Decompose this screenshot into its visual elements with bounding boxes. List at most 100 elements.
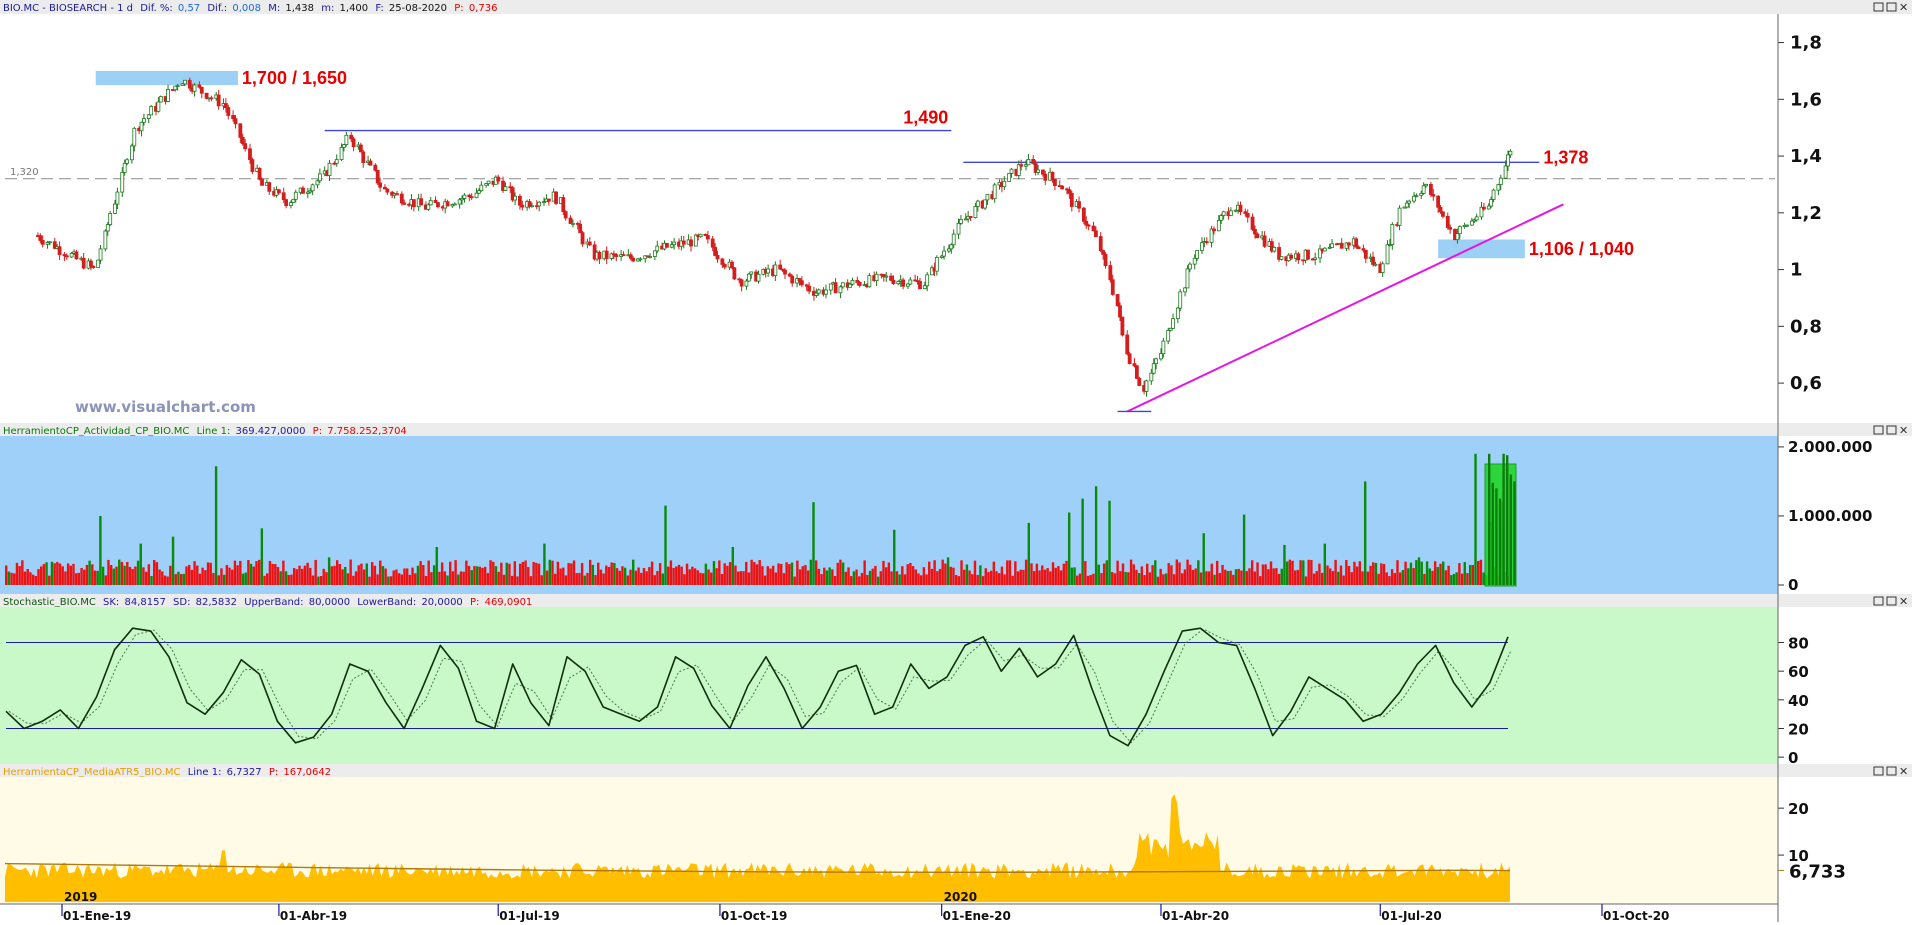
volume-bar [354, 571, 358, 585]
volume-bar [99, 515, 102, 585]
candle-body [705, 235, 710, 240]
candle-body [975, 200, 980, 207]
close-button[interactable]: ✕ [1899, 1, 1908, 14]
candle-body [1019, 164, 1024, 167]
volume-bar [1172, 574, 1176, 585]
close-button[interactable]: ✕ [1899, 595, 1908, 608]
volume-bar [995, 571, 998, 585]
date-tick-label: 01-Abr-20 [1162, 909, 1229, 922]
candle-body [243, 143, 248, 150]
volume-bar [780, 563, 783, 585]
volume-bar [707, 569, 710, 585]
date-tick-label: 01-Oct-20 [1603, 909, 1669, 922]
candle-body [766, 268, 771, 274]
volume-bar [777, 563, 780, 585]
stoch-panel [0, 607, 1778, 764]
volume-bar [701, 573, 705, 585]
volume-bar [1269, 561, 1273, 585]
candle-body [1007, 173, 1012, 182]
candle-body [1363, 249, 1368, 259]
volume-bar [327, 557, 331, 585]
volume-bar [1092, 573, 1095, 585]
volume-bar [419, 561, 422, 585]
volume-bar [446, 575, 449, 585]
candle-body [91, 265, 96, 268]
volume-bar [1468, 564, 1472, 585]
volume-bar [963, 569, 966, 585]
volume-bar [946, 557, 950, 585]
volume-bar [543, 543, 546, 585]
volume-bar [618, 570, 621, 585]
volume-bar [400, 574, 403, 585]
candle-body [604, 250, 609, 259]
candle-body [233, 118, 238, 125]
volume-bar [163, 575, 167, 585]
volume-bar [1197, 560, 1200, 585]
volume-bar [1439, 563, 1442, 585]
volume-tick-label: 2.000.000 [1788, 438, 1872, 456]
candle-body [1245, 213, 1250, 218]
candle-body [985, 194, 990, 201]
volume-bar [1199, 572, 1203, 585]
volume-bar [387, 576, 390, 585]
volume-bar [1049, 571, 1052, 585]
volume-bar [570, 563, 573, 585]
volume-bar [1207, 571, 1211, 585]
candle-body [1489, 199, 1494, 207]
volume-bar [1089, 574, 1092, 585]
close-button[interactable]: ✕ [1899, 765, 1908, 778]
volume-bar [653, 575, 656, 585]
volume-bar [771, 565, 775, 585]
volume-bar [303, 565, 307, 585]
volume-bar [855, 569, 858, 585]
volume-bar [314, 559, 317, 585]
volume-bar [435, 547, 438, 585]
volume-bar [1097, 564, 1100, 585]
volume-bar [1337, 571, 1340, 585]
volume-bar [667, 566, 670, 585]
volume-bar [640, 572, 643, 585]
volume-bar [1027, 522, 1031, 585]
volume-bar [753, 562, 756, 585]
candle-body [1125, 334, 1130, 355]
volume-bar [497, 571, 500, 585]
volume-bar [161, 571, 164, 585]
candle-body [778, 264, 783, 270]
candle-body [1115, 294, 1120, 307]
candle-body [665, 242, 669, 248]
volume-bar [1213, 574, 1216, 585]
volume-bar [933, 560, 936, 585]
volume-bar [1224, 569, 1227, 585]
candle-body [149, 106, 154, 116]
candle-body [223, 103, 228, 108]
volume-bar [424, 575, 428, 585]
candle-body [1110, 279, 1115, 295]
volume-bar [1210, 563, 1213, 585]
volume-bar [1304, 576, 1308, 585]
volume-bar [839, 559, 842, 585]
candle-body [614, 254, 619, 257]
volume-bar [21, 560, 24, 585]
close-button[interactable]: ✕ [1899, 424, 1908, 437]
volume-bar [728, 562, 732, 585]
volume-bar [763, 575, 767, 585]
volume-bar [642, 567, 646, 585]
volume-bar [790, 562, 794, 585]
volume-bar [1366, 571, 1370, 585]
volume-bar [142, 567, 145, 585]
volume-bar [1137, 573, 1141, 585]
volume-bar [607, 566, 611, 585]
volume-bar [365, 563, 369, 585]
candle-body [1195, 250, 1200, 259]
volume-bar [1272, 568, 1275, 585]
volume-bar [844, 571, 848, 585]
volume-bar [408, 574, 412, 585]
candle-body [1212, 228, 1216, 232]
volume-bar [1078, 573, 1082, 585]
volume-bar [981, 576, 985, 585]
date-tick-label: 01-Ene-19 [63, 909, 131, 922]
volume-bar [1024, 559, 1028, 585]
volume-bar [139, 543, 142, 585]
candle-body [1137, 378, 1142, 386]
candle-body [402, 202, 407, 205]
